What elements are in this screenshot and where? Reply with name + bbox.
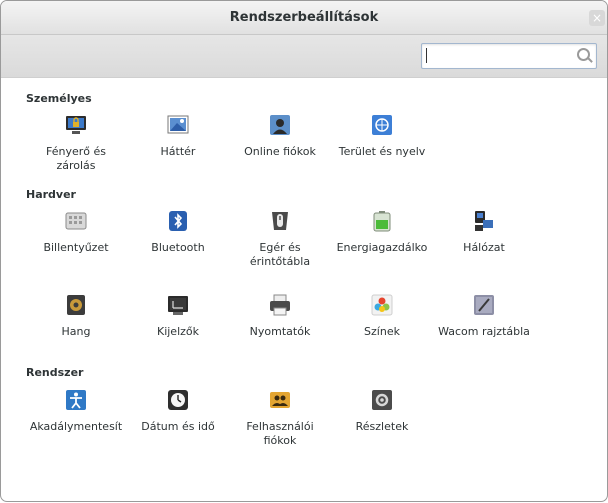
sound-speaker-icon (65, 294, 87, 316)
panel-label: Hálózat (463, 241, 505, 254)
details-icon (371, 389, 393, 411)
online-accounts-icon (269, 114, 291, 136)
panel-power[interactable]: Energiagazdálko (332, 210, 432, 255)
section-header-system: Rendszer (26, 366, 84, 379)
panel-label: Wacom rajztábla (438, 325, 530, 338)
panel-label: Fényerő és zárolás (46, 145, 106, 172)
printer-icon (269, 294, 291, 316)
panel-date-time[interactable]: Dátum és idő (128, 389, 228, 434)
panel-label: Egér és érintőtábla (249, 241, 311, 268)
network-icon (473, 210, 495, 232)
panel-wacom[interactable]: Wacom rajztábla (434, 294, 534, 339)
panel-label: Kijelzők (156, 325, 200, 338)
section-header-hardware: Hardver (26, 188, 76, 201)
panel-user-accounts[interactable]: Felhasználói fiókok (230, 389, 330, 448)
mouse-touchpad-icon (269, 210, 291, 232)
panel-printers[interactable]: Nyomtatók (230, 294, 330, 339)
window-title: Rendszerbeállítások (229, 10, 379, 25)
accessibility-icon (65, 389, 87, 411)
panel-label: Terület és nyelv (338, 145, 426, 158)
settings-window: Rendszerbeállítások × Személyes Fényerő … (0, 0, 608, 502)
toolbar (1, 35, 607, 78)
panel-online-accounts[interactable]: Online fiókok (230, 114, 330, 159)
panel-label: Háttér (160, 145, 196, 158)
section-header-personal: Személyes (26, 92, 92, 105)
user-accounts-icon (269, 389, 291, 411)
panel-label: Online fiókok (244, 145, 316, 158)
panel-label: Billentyűzet (43, 241, 109, 254)
keyboard-icon (65, 210, 87, 232)
panel-accessibility[interactable]: Akadálymentesít (26, 389, 126, 434)
clock-icon (167, 389, 189, 411)
text-cursor (426, 48, 427, 63)
panel-network[interactable]: Hálózat (434, 210, 534, 255)
wacom-tablet-icon (473, 294, 495, 316)
brightness-lock-icon (65, 114, 87, 136)
close-button[interactable]: × (589, 10, 605, 26)
panel-label: Akadálymentesít (29, 420, 123, 433)
panel-details[interactable]: Részletek (332, 389, 432, 434)
search-icon (577, 48, 590, 61)
region-language-icon (371, 114, 393, 136)
panel-label: Dátum és idő (141, 420, 215, 433)
panel-region-language[interactable]: Terület és nyelv (332, 114, 432, 159)
panel-color[interactable]: Színek (332, 294, 432, 339)
panel-label: Hang (61, 325, 91, 338)
panel-label: Színek (364, 325, 400, 338)
title-bar: Rendszerbeállítások × (1, 1, 607, 35)
bluetooth-icon (167, 210, 189, 232)
panel-brightness-lock[interactable]: Fényerő és zárolás (26, 114, 126, 173)
panel-bluetooth[interactable]: Bluetooth (128, 210, 228, 255)
power-battery-icon (371, 210, 393, 232)
panel-sound[interactable]: Hang (26, 294, 126, 339)
panel-label: Nyomtatók (249, 325, 311, 338)
color-icon (371, 294, 393, 316)
panel-keyboard[interactable]: Billentyűzet (26, 210, 126, 255)
search-input[interactable] (421, 43, 597, 69)
panel-background[interactable]: Háttér (128, 114, 228, 159)
panel-label: Részletek (355, 420, 409, 433)
panel-label: Energiagazdálko (336, 241, 428, 254)
panel-displays[interactable]: Kijelzők (128, 294, 228, 339)
panel-mouse-touchpad[interactable]: Egér és érintőtábla (230, 210, 330, 269)
wallpaper-icon (167, 114, 189, 136)
panel-label: Felhasználói fiókok (246, 420, 314, 447)
displays-icon (167, 294, 189, 316)
panel-label: Bluetooth (151, 241, 205, 254)
